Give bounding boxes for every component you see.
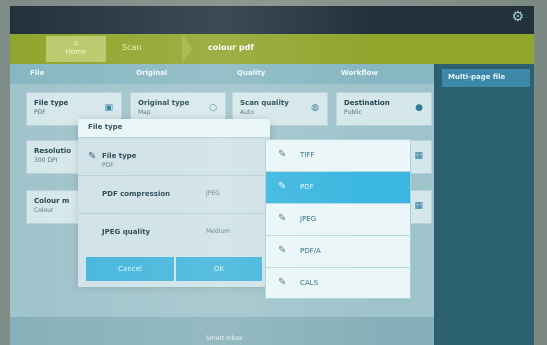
breadcrumb-separator [182, 34, 192, 64]
home-label: Home [65, 48, 87, 56]
destination-value: Public [344, 109, 362, 116]
sidebar: Multi-page file [434, 64, 534, 345]
home-button[interactable]: ⌂ Home [46, 36, 106, 62]
scan-quality-label: Scan quality [240, 99, 289, 107]
pdf-compression-row[interactable]: PDF compression JPEG [78, 175, 270, 213]
breadcrumb-scan[interactable]: Scan [122, 43, 141, 52]
colour-mode-value: Colour [34, 207, 54, 214]
top-status-bar: ⚙ [10, 6, 534, 34]
colour-mode-label: Colour m [34, 197, 70, 205]
file-type-label: File type [102, 152, 137, 160]
resolution-value: 300 DPI [34, 157, 58, 164]
dialog-title: File type [78, 119, 270, 137]
pencil-icon: ✎ [278, 213, 287, 224]
option-tiff[interactable]: ✎ TIFF [266, 140, 410, 172]
option-label: PDF [300, 183, 314, 191]
file-type-value: PDF [102, 162, 114, 169]
option-pdf[interactable]: ✎ PDF [266, 172, 410, 204]
cancel-button[interactable]: Cancel [86, 257, 174, 281]
destination-card[interactable]: Destination Public ● [336, 92, 432, 126]
home-icon: ⌂ [73, 39, 79, 47]
location-icon: ● [415, 103, 423, 113]
jpeg-quality-label: JPEG quality [102, 228, 151, 236]
file-type-label: File type [34, 99, 69, 107]
dialog-actions: Cancel OK [86, 257, 262, 281]
breadcrumb: ⌂ Home Scan colour pdf [10, 34, 534, 64]
tray-icon: ▦ [414, 151, 423, 161]
option-label: JPEG [300, 215, 317, 223]
tab-original[interactable]: Original [136, 69, 167, 77]
jpeg-quality-value: Medium [206, 228, 230, 235]
tab-workflow[interactable]: Workflow [341, 69, 378, 77]
file-type-dropdown: ✎ TIFF ✎ PDF ✎ JPEG ✎ PDF/A ✎ CALS [265, 139, 411, 299]
breadcrumb-profile[interactable]: colour pdf [208, 43, 254, 52]
tab-quality[interactable]: Quality [237, 69, 265, 77]
jpeg-quality-row[interactable]: JPEG quality Medium [78, 213, 270, 251]
tab-file[interactable]: File [30, 69, 44, 77]
pdf-compression-label: PDF compression [102, 190, 171, 198]
circle-icon: ○ [209, 103, 217, 113]
destination-label: Destination [344, 99, 390, 107]
pencil-icon: ✎ [278, 245, 287, 256]
document-icon: ▣ [104, 103, 113, 113]
option-label: PDF/A [300, 247, 321, 255]
option-label: CALS [300, 279, 319, 287]
pencil-icon: ✎ [278, 181, 287, 192]
resolution-label: Resolutio [34, 147, 72, 155]
bottom-bar: Smart Inbox [10, 317, 434, 345]
settings-tabs: File Original Quality Workflow [10, 64, 434, 84]
file-type-dialog: File type ✎ File type PDF PDF compressio… [78, 119, 270, 287]
quality-icon: ◍ [311, 103, 319, 113]
screen: ⚙ ⌂ Home Scan colour pdf File Original Q… [10, 6, 534, 345]
tray-icon: ▦ [414, 201, 423, 211]
original-type-value: Map [138, 109, 151, 116]
footer-text: Smart Inbox [206, 335, 243, 342]
multi-page-file-button[interactable]: Multi-page file [442, 69, 530, 87]
scan-quality-value: Auto [240, 109, 254, 116]
option-cals[interactable]: ✎ CALS [266, 268, 410, 300]
device-frame: ⚙ ⌂ Home Scan colour pdf File Original Q… [0, 0, 547, 345]
pencil-icon: ✎ [278, 277, 287, 288]
original-type-label: Original type [138, 99, 190, 107]
gear-icon[interactable]: ⚙ [511, 9, 524, 25]
pencil-icon: ✎ [278, 149, 287, 160]
file-type-value: PDF [34, 109, 46, 116]
option-jpeg[interactable]: ✎ JPEG [266, 204, 410, 236]
ok-button[interactable]: OK [176, 257, 262, 281]
option-label: TIFF [300, 151, 315, 159]
pdf-compression-value: JPEG [206, 190, 220, 197]
pencil-icon: ✎ [88, 151, 97, 162]
option-pdfa[interactable]: ✎ PDF/A [266, 236, 410, 268]
file-type-row[interactable]: ✎ File type PDF [78, 137, 270, 175]
